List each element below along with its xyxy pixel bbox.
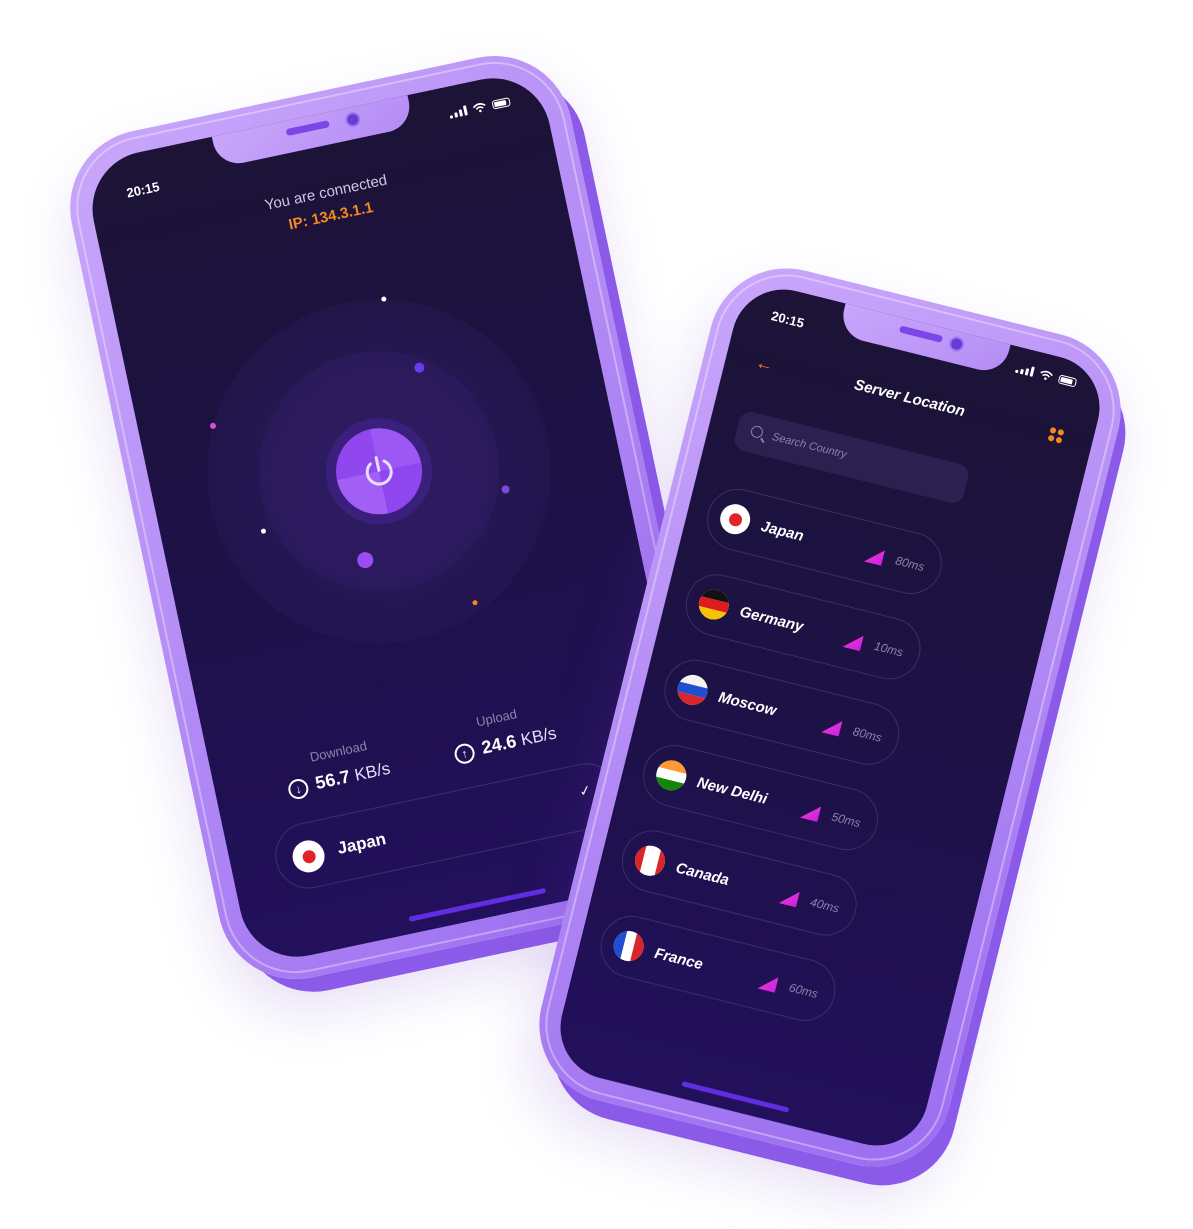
status-bar-time: 20:15: [769, 308, 806, 331]
download-unit: KB/s: [352, 758, 392, 785]
connection-status: You are connected: [263, 171, 389, 215]
japan-flag-icon: [716, 500, 754, 538]
selected-country-name: Japan: [335, 829, 388, 858]
search-country-input[interactable]: Search Country: [732, 409, 971, 506]
status-bar-time: 20:15: [125, 178, 161, 201]
status-bar-icons: [448, 96, 511, 119]
battery-icon: [491, 97, 511, 110]
front-camera: [947, 334, 966, 354]
download-arrow-icon: ↓: [286, 777, 311, 801]
battery-icon: [1057, 374, 1078, 388]
front-camera: [343, 110, 362, 129]
home-indicator: [681, 1081, 790, 1113]
cellular-signal-icon: [448, 105, 468, 119]
france-flag-icon: [610, 927, 647, 965]
server-name: Moscow: [716, 688, 779, 720]
download-value: 56.7: [313, 766, 352, 794]
search-icon: [749, 424, 765, 440]
radar-dot: [260, 528, 267, 535]
mockup-stage: 20:15 You are connected IP: 134.3.1.1 Do…: [0, 0, 1193, 1229]
radar-dot: [209, 422, 217, 430]
radar-dot: [380, 296, 387, 303]
wifi-icon: [472, 103, 486, 113]
canada-flag-icon: [631, 842, 669, 879]
radar-dot: [500, 484, 511, 495]
server-ping: 80ms: [851, 724, 884, 745]
server-location-screen: 20:15 ← Server Location Search Country J…: [549, 278, 1111, 1157]
server-name: New Delhi: [695, 774, 769, 808]
signal-strength-icon: [864, 546, 885, 566]
server-name: Japan: [759, 517, 806, 545]
server-ping: 80ms: [893, 553, 926, 575]
download-speed: 56.7 KB/s: [313, 758, 392, 794]
signal-strength-icon: [842, 631, 863, 651]
upload-value: 24.6: [479, 730, 519, 758]
status-bar-icons: [1014, 363, 1078, 388]
server-ping: 40ms: [808, 894, 841, 916]
radar-dot: [472, 599, 478, 606]
japan-flag-icon: [289, 837, 328, 876]
server-ping: 60ms: [787, 980, 820, 1002]
home-indicator: [408, 887, 547, 922]
phone-notch: [211, 93, 415, 169]
wifi-icon: [1040, 370, 1053, 380]
server-ping: 50ms: [830, 809, 862, 831]
upload-arrow-icon: ↑: [452, 741, 477, 766]
chevron-down-icon: ✓: [577, 781, 593, 800]
connection-radar: [175, 267, 584, 676]
power-button[interactable]: [328, 420, 431, 523]
upload-speed: 24.6 KB/s: [480, 722, 559, 758]
cellular-signal-icon: [1014, 363, 1035, 377]
download-label: Download: [308, 738, 369, 765]
speaker-grille: [898, 325, 944, 343]
india-flag-icon: [653, 757, 690, 794]
signal-strength-icon: [757, 973, 778, 993]
germany-flag-icon: [695, 586, 733, 623]
server-name: Germany: [737, 603, 806, 636]
server-name: France: [652, 944, 705, 974]
signal-strength-icon: [821, 717, 842, 737]
russia-flag-icon: [674, 671, 711, 709]
signal-strength-icon: [800, 802, 821, 822]
power-icon: [365, 456, 393, 486]
server-name: Canada: [674, 859, 731, 890]
phone-notch: [837, 301, 1012, 376]
upload-label: Upload: [474, 706, 519, 730]
signal-strength-icon: [779, 888, 800, 908]
speaker-grille: [285, 120, 330, 137]
server-ping: 10ms: [872, 638, 905, 660]
upload-unit: KB/s: [519, 723, 559, 750]
search-placeholder: Search Country: [770, 430, 848, 461]
